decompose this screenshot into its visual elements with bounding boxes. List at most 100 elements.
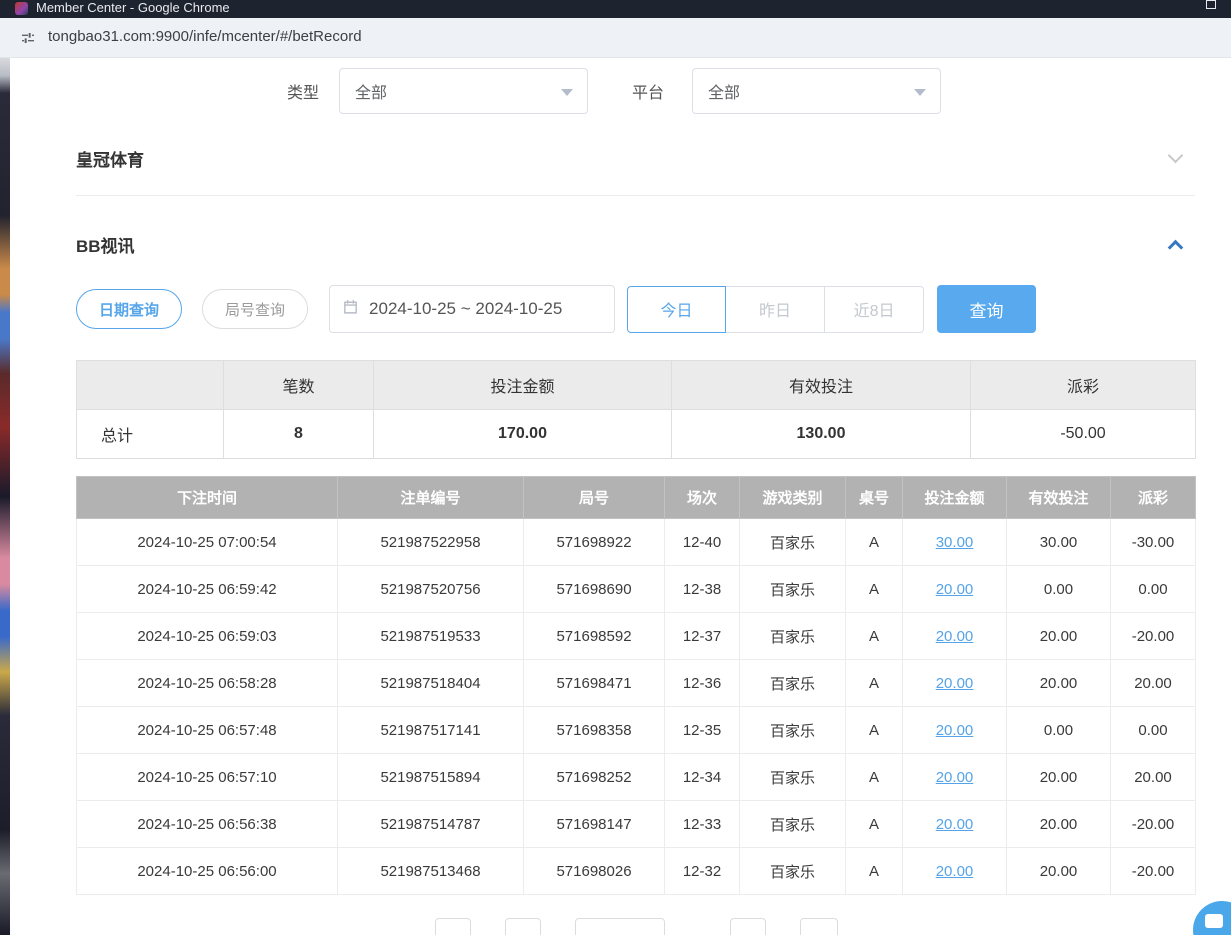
bet-no-cell: 521987520756 xyxy=(338,566,524,613)
round-no-cell: 571698690 xyxy=(524,566,665,613)
table-no-cell: A xyxy=(846,613,903,660)
header-game-type: 游戏类别 xyxy=(740,477,846,519)
bet-no-cell: 521987518404 xyxy=(338,660,524,707)
section-crown-sports[interactable]: 皇冠体育 xyxy=(76,146,1195,171)
platform-select[interactable]: 全部 xyxy=(692,68,941,114)
date-range-picker[interactable]: 2024-10-25 ~ 2024-10-25 xyxy=(329,285,615,333)
table-no-cell: A xyxy=(846,801,903,848)
summary-table: 笔数 投注金额 有效投注 派彩 总计 8 170.00 130.00 -50.0… xyxy=(76,360,1196,459)
yesterday-button[interactable]: 昨日 xyxy=(726,286,825,333)
round-no-cell: 571698358 xyxy=(524,707,665,754)
bet-amount-cell: 30.00 xyxy=(903,519,1007,566)
table-no-cell: A xyxy=(846,660,903,707)
url-bar[interactable]: tongbao31.com:9900/infe/mcenter/#/betRec… xyxy=(0,18,1231,58)
bet-amount-link[interactable]: 20.00 xyxy=(936,628,974,645)
query-controls: 日期查询 局号查询 2024-10-25 ~ 2024-10-25 今日 昨日 … xyxy=(76,285,1195,333)
session-cell: 12-37 xyxy=(665,613,740,660)
valid-bet-cell: 0.00 xyxy=(1007,566,1111,613)
session-cell: 12-33 xyxy=(665,801,740,848)
table-row: 2024-10-25 06:56:38521987514787571698147… xyxy=(77,801,1196,848)
table-no-cell: A xyxy=(846,754,903,801)
pagination-prev-button[interactable] xyxy=(505,918,541,935)
header-bet-time: 下注时间 xyxy=(77,477,338,519)
header-bet-amount: 投注金额 xyxy=(903,477,1007,519)
table-row: 2024-10-25 06:56:00521987513468571698026… xyxy=(77,848,1196,895)
bet-amount-link[interactable]: 20.00 xyxy=(936,675,974,692)
valid-bet-cell: 20.00 xyxy=(1007,660,1111,707)
customer-service-widget[interactable] xyxy=(1193,901,1231,935)
last-8-days-button[interactable]: 近8日 xyxy=(825,286,924,333)
valid-bet-cell: 20.00 xyxy=(1007,801,1111,848)
date-query-tab[interactable]: 日期查询 xyxy=(76,289,182,329)
query-button[interactable]: 查询 xyxy=(937,285,1036,333)
window-title: Member Center - Google Chrome xyxy=(36,0,230,18)
game-type-cell: 百家乐 xyxy=(740,801,846,848)
calendar-icon xyxy=(342,298,359,320)
bet-no-cell: 521987515894 xyxy=(338,754,524,801)
game-type-cell: 百家乐 xyxy=(740,613,846,660)
quick-date-group: 今日 昨日 近8日 xyxy=(627,286,924,333)
pagination-last-button[interactable] xyxy=(800,918,838,935)
background-page-strip xyxy=(0,58,10,935)
bet-no-cell: 521987513468 xyxy=(338,848,524,895)
summary-header-valid: 有效投注 xyxy=(672,361,971,410)
valid-bet-cell: 20.00 xyxy=(1007,848,1111,895)
round-no-cell: 571698252 xyxy=(524,754,665,801)
pagination-next-button[interactable] xyxy=(730,918,766,935)
maximize-icon[interactable] xyxy=(1206,0,1216,9)
bet-amount-link[interactable]: 20.00 xyxy=(936,722,974,739)
bet-amount-cell: 20.00 xyxy=(903,848,1007,895)
bet-no-cell: 521987517141 xyxy=(338,707,524,754)
valid-bet-cell: 20.00 xyxy=(1007,754,1111,801)
bet-amount-link[interactable]: 20.00 xyxy=(936,769,974,786)
chevron-down-icon xyxy=(561,89,573,96)
summary-count-value: 8 xyxy=(224,410,374,459)
header-payout: 派彩 xyxy=(1111,477,1196,519)
bet-table-body: 2024-10-25 07:00:54521987522958571698922… xyxy=(77,519,1196,895)
game-type-cell: 百家乐 xyxy=(740,848,846,895)
site-settings-icon[interactable] xyxy=(20,30,36,51)
payout-cell: -20.00 xyxy=(1111,848,1196,895)
bet-amount-link[interactable]: 20.00 xyxy=(936,863,974,880)
table-no-cell: A xyxy=(846,707,903,754)
table-no-cell: A xyxy=(846,566,903,613)
summary-amount-value: 170.00 xyxy=(374,410,672,459)
bet-amount-link[interactable]: 30.00 xyxy=(936,534,974,551)
round-query-tab[interactable]: 局号查询 xyxy=(202,289,308,329)
chevron-up-icon[interactable] xyxy=(1168,240,1184,256)
session-cell: 12-32 xyxy=(665,848,740,895)
bet-amount-cell: 20.00 xyxy=(903,707,1007,754)
payout-cell: -20.00 xyxy=(1111,613,1196,660)
summary-total-label: 总计 xyxy=(77,410,224,459)
bet-time-cell: 2024-10-25 06:57:10 xyxy=(77,754,338,801)
url-text[interactable]: tongbao31.com:9900/infe/mcenter/#/betRec… xyxy=(48,28,362,45)
today-button[interactable]: 今日 xyxy=(627,286,726,333)
table-row: 2024-10-25 06:58:28521987518404571698471… xyxy=(77,660,1196,707)
bet-time-cell: 2024-10-25 06:59:03 xyxy=(77,613,338,660)
valid-bet-cell: 20.00 xyxy=(1007,613,1111,660)
section-bb-video[interactable]: BB视讯 xyxy=(76,232,1195,257)
header-table-no: 桌号 xyxy=(846,477,903,519)
chevron-down-icon[interactable] xyxy=(1168,148,1184,164)
pagination-page-input[interactable] xyxy=(575,918,665,935)
page-content: 类型 全部 平台 全部 皇冠体育 BB视讯 日期查询 局号查询 xyxy=(0,58,1231,935)
round-no-cell: 571698471 xyxy=(524,660,665,707)
summary-valid-value: 130.00 xyxy=(672,410,971,459)
bet-amount-link[interactable]: 20.00 xyxy=(936,581,974,598)
type-select[interactable]: 全部 xyxy=(339,68,588,114)
bet-time-cell: 2024-10-25 06:58:28 xyxy=(77,660,338,707)
session-cell: 12-35 xyxy=(665,707,740,754)
game-type-cell: 百家乐 xyxy=(740,754,846,801)
game-type-cell: 百家乐 xyxy=(740,566,846,613)
round-no-cell: 571698026 xyxy=(524,848,665,895)
window-titlebar: Member Center - Google Chrome xyxy=(0,0,1231,18)
session-cell: 12-38 xyxy=(665,566,740,613)
pagination-first-button[interactable] xyxy=(435,918,471,935)
bet-amount-link[interactable]: 20.00 xyxy=(936,816,974,833)
table-row: 2024-10-25 07:00:54521987522958571698922… xyxy=(77,519,1196,566)
valid-bet-cell: 30.00 xyxy=(1007,519,1111,566)
payout-cell: 20.00 xyxy=(1111,754,1196,801)
table-no-cell: A xyxy=(846,848,903,895)
round-no-cell: 571698922 xyxy=(524,519,665,566)
bet-amount-cell: 20.00 xyxy=(903,613,1007,660)
